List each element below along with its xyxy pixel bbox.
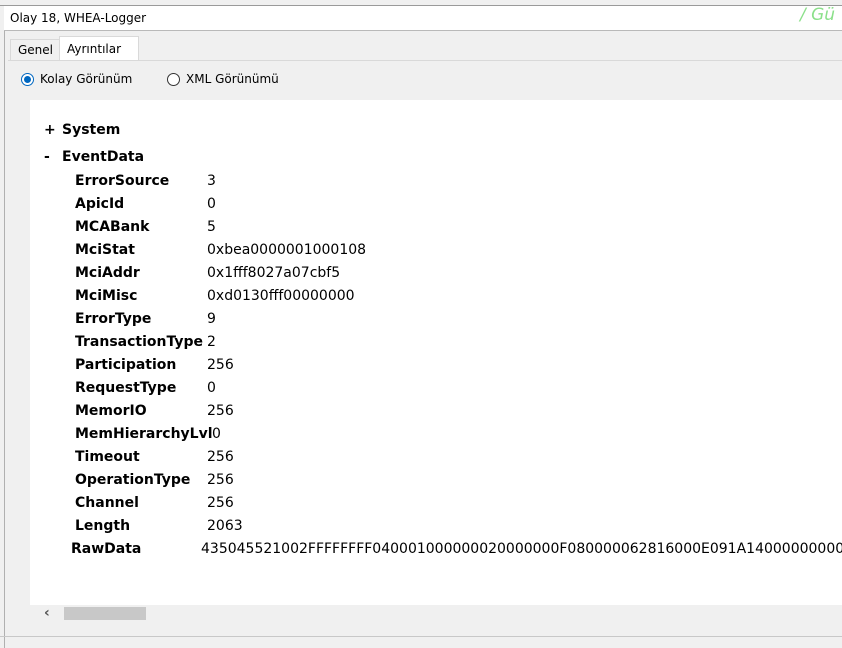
- field-name: ApicId: [75, 196, 125, 212]
- friendly-view-label: Kolay Görünüm: [40, 72, 133, 86]
- xml-view-label: XML Görünümü: [186, 72, 279, 86]
- field-value: 256: [207, 449, 234, 465]
- field-value: 0xbea0000001000108: [207, 242, 367, 258]
- tab-details[interactable]: Ayrıntılar: [59, 36, 139, 61]
- window-bottom-border: [0, 636, 842, 637]
- field-name: Length: [75, 518, 131, 534]
- tab-panel-border: [8, 60, 842, 61]
- field-value: 0: [207, 196, 216, 212]
- field-value: 256: [207, 357, 234, 373]
- title-bar: Olay 18, WHEA-Logger / Gü: [4, 5, 842, 31]
- field-name: ErrorType: [75, 311, 152, 327]
- field-name: MCABank: [75, 219, 150, 235]
- friendly-view-option[interactable]: Kolay Görünüm: [21, 72, 132, 86]
- field-value: 9: [207, 311, 216, 327]
- field-value: 256: [207, 495, 234, 511]
- field-name: ErrorSource: [75, 173, 170, 189]
- event-details-pane: + System - EventData ErrorSource 3 ApicI…: [30, 100, 842, 605]
- field-value: 0: [207, 380, 216, 396]
- horizontal-scrollbar[interactable]: ‹: [30, 605, 842, 622]
- rawdata-value: 435045521002FFFFFFFF04000100000002000000…: [201, 541, 842, 557]
- xml-view-option[interactable]: XML Görünümü: [167, 72, 279, 86]
- rawdata-row: RawData 435045521002FFFFFFFF040001000000…: [71, 541, 842, 561]
- field-name: TransactionType: [75, 334, 204, 350]
- field-name: Participation: [75, 357, 177, 373]
- radio-unselected-icon[interactable]: [167, 72, 180, 86]
- collapse-icon[interactable]: -: [44, 149, 50, 165]
- field-name: Timeout: [75, 449, 140, 465]
- field-value: 2: [207, 334, 216, 350]
- field-name: MciMisc: [75, 288, 138, 304]
- field-value: 256: [207, 472, 234, 488]
- window-left-edge: [0, 6, 5, 648]
- handwritten-mark: / Gü: [800, 5, 836, 25]
- field-name: RawData: [71, 541, 142, 557]
- field-value: 0x1fff8027a07cbf5: [207, 265, 341, 281]
- scrollbar-thumb[interactable]: [64, 607, 146, 620]
- field-value: 0xd0130fff00000000: [207, 288, 355, 304]
- field-value: 256: [207, 403, 234, 419]
- window-title: Olay 18, WHEA-Logger: [10, 11, 147, 25]
- tab-general[interactable]: Genel: [10, 39, 61, 60]
- field-name: MciStat: [75, 242, 135, 258]
- field-name: RequestType: [75, 380, 177, 396]
- tree-node-label: System: [62, 122, 121, 138]
- tree-node-label: EventData: [62, 149, 145, 165]
- field-name: MemorIO: [75, 403, 147, 419]
- field-value: 0: [212, 426, 221, 442]
- expand-icon[interactable]: +: [44, 122, 56, 138]
- scroll-left-icon[interactable]: ‹: [44, 605, 50, 621]
- field-name: Channel: [75, 495, 139, 511]
- field-name: MciAddr: [75, 265, 140, 281]
- field-value: 5: [207, 219, 216, 235]
- radio-selected-icon[interactable]: [21, 72, 34, 86]
- field-value: 3: [207, 173, 216, 189]
- field-value: 2063: [207, 518, 243, 534]
- field-name: OperationType: [75, 472, 191, 488]
- field-name: MemHierarchyLvl: [75, 426, 213, 442]
